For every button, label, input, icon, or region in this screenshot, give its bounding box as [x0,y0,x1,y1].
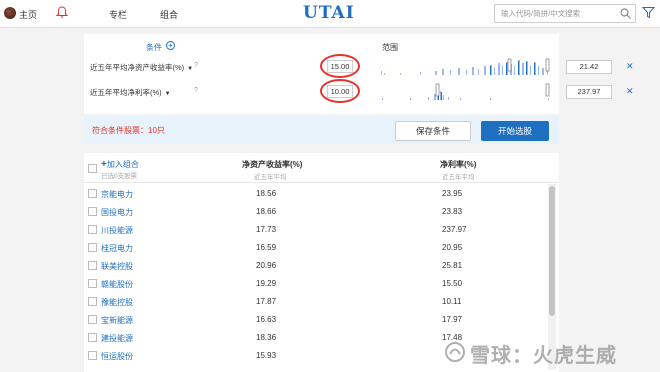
condition-label-roe[interactable]: 近五年平均净资产收益率(%) ▼ [90,62,193,73]
margin-value: 17.97 [442,315,463,324]
margin-value: 23.83 [442,207,463,216]
add-to-portfolio-button[interactable]: +加入组合 [101,159,139,170]
highlight-circle [320,54,360,78]
col-roe-sub: 近五年平均 [254,174,287,181]
table-row[interactable]: 桂冠电力 16.59 20.95 [84,239,549,257]
search-input[interactable] [495,5,617,22]
watermark-logo-icon [445,342,465,362]
roe-histogram[interactable] [380,57,552,75]
row-checkbox[interactable] [88,351,97,360]
table-row[interactable]: 豫能控股 17.87 10.11 [84,293,549,311]
row-checkbox[interactable] [88,297,97,306]
row-checkbox[interactable] [88,189,97,198]
table-row[interactable]: 赣能股份 19.29 15.50 [84,275,549,293]
table-row[interactable]: 京能电力 18.56 23.95 [84,185,549,203]
site-logo[interactable]: UTAI [303,3,355,23]
margin-value: 15.50 [442,279,463,288]
margin-value: 25.81 [442,261,463,270]
range-handle-right [545,58,550,72]
col-margin-header[interactable]: 净利率(%) [440,159,476,170]
margin-histogram[interactable] [380,82,552,100]
stock-name-link[interactable]: 赣能股份 [101,279,133,290]
close-icon[interactable]: ✕ [626,61,634,72]
margin-value: 237.97 [442,225,467,234]
roe-value: 16.63 [256,315,277,324]
roe-value: 16.59 [256,243,277,252]
save-conditions-button[interactable]: 保存条件 [395,121,471,141]
row-checkbox[interactable] [88,279,97,288]
roe-value: 18.56 [256,189,277,198]
result-bar: 符合条件股票：10只 保存条件 开始选股 [84,116,559,144]
scroll-thumb[interactable] [549,186,555,316]
chevron-down-icon: ▼ [187,66,194,72]
top-nav: 主页 专栏 组合 UTAI [0,0,660,28]
search-box [494,4,636,23]
close-icon[interactable]: ✕ [626,86,634,97]
stock-name-link[interactable]: 国投电力 [101,207,133,218]
nav-column-link[interactable]: 专栏 [109,8,127,21]
roe-value: 20.96 [256,261,277,270]
nav-home-link[interactable]: 主页 [19,8,37,21]
table-row[interactable]: 国投电力 18.66 23.83 [84,203,549,221]
roe-value: 15.93 [256,351,277,360]
table-header: +加入组合 已选0支股票 净资产收益率(%) 近五年平均 净利率(%) 近五年平… [84,153,559,183]
row-checkbox[interactable] [88,315,97,324]
col-roe-header[interactable]: 净资产收益率(%) [242,159,302,170]
margin-value: 20.95 [442,243,463,252]
roe-value: 17.73 [256,225,277,234]
row-checkbox[interactable] [88,207,97,216]
range-title: 范围 [382,43,398,52]
roe-value: 18.36 [256,333,277,342]
condition-label-margin[interactable]: 近五年平均净利率(%) ▼ [90,87,171,98]
nav-portfolio-link[interactable]: 组合 [160,8,178,21]
table-row[interactable]: 宝新能源 16.63 17.97 [84,311,549,329]
conditions-title: 条件 [146,43,162,52]
highlight-circle [320,79,360,103]
search-icon[interactable] [620,8,631,19]
help-icon[interactable]: ? [194,87,198,94]
result-count: 符合条件股票：10只 [92,126,165,135]
roe-max-input[interactable]: 21.42 [566,60,612,74]
stock-name-link[interactable]: 桂冠电力 [101,243,133,254]
stock-name-link[interactable]: 京能电力 [101,189,133,200]
margin-max-input[interactable]: 237.97 [566,85,612,99]
margin-value: 23.95 [442,189,463,198]
stock-name-link[interactable]: 川投能源 [101,225,133,236]
help-icon[interactable]: ? [194,62,198,69]
conditions-panel: 条件 + 范围 近五年平均净资产收益率(%) ▼ ? 15.00 21.42 ✕ … [84,34,634,114]
stock-name-link[interactable]: 联美控股 [101,261,133,272]
table-row[interactable]: 联美控股 20.96 25.81 [84,257,549,275]
stock-name-link[interactable]: 豫能控股 [101,297,133,308]
margin-value: 10.11 [442,297,462,306]
range-handle-left [507,58,512,72]
watermark-text: 雪球：火虎生威 [470,345,617,367]
range-handle-right [545,83,550,97]
select-all-checkbox[interactable] [88,164,97,173]
roe-value: 17.87 [256,297,277,306]
avatar[interactable] [4,7,16,19]
row-checkbox[interactable] [88,225,97,234]
row-checkbox[interactable] [88,243,97,252]
roe-value: 18.66 [256,207,277,216]
col-margin-sub: 近五年平均 [442,174,475,181]
range-handle-left [435,83,440,97]
roe-value: 19.29 [256,279,277,288]
row-checkbox[interactable] [88,333,97,342]
add-condition-icon[interactable]: + [166,41,175,50]
filter-icon[interactable] [642,6,655,19]
row-checkbox[interactable] [88,261,97,270]
start-screening-button[interactable]: 开始选股 [481,121,549,141]
stock-name-link[interactable]: 恒运股份 [101,351,133,362]
chevron-down-icon: ▼ [164,91,171,97]
table-row[interactable]: 川投能源 17.73 237.97 [84,221,549,239]
stock-name-link[interactable]: 宝新能源 [101,315,133,326]
bell-icon[interactable] [55,5,69,19]
stock-name-link[interactable]: 建投能源 [101,333,133,344]
selected-count: 已选0支股票 [101,173,138,180]
